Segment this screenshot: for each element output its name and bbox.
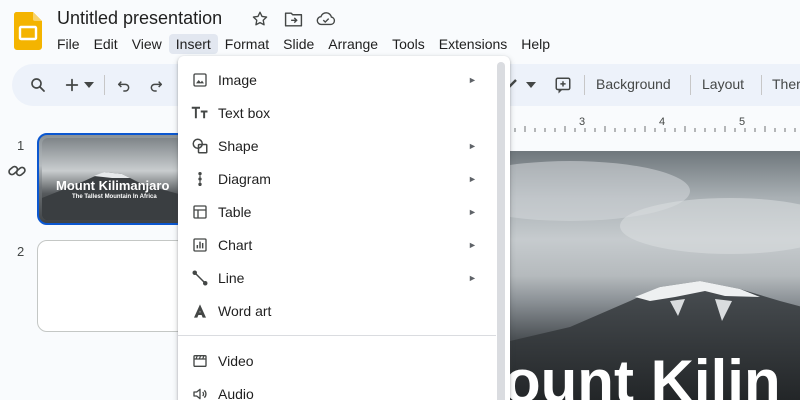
layout-button[interactable]: Layout bbox=[702, 76, 744, 92]
new-slide-dropdown-icon[interactable] bbox=[82, 73, 96, 97]
video-icon bbox=[190, 351, 210, 371]
menu-item-label: Shape bbox=[218, 137, 259, 154]
menu-item-label: Table bbox=[218, 203, 252, 220]
insert-line-item[interactable]: Line ► bbox=[178, 261, 496, 294]
chart-icon bbox=[190, 235, 210, 255]
insert-table-item[interactable]: Table ► bbox=[178, 195, 496, 228]
document-title[interactable]: Untitled presentation bbox=[57, 8, 222, 29]
menu-insert[interactable]: Insert bbox=[168, 34, 218, 54]
submenu-arrow-icon: ► bbox=[468, 272, 477, 283]
menu-item-label: Text box bbox=[218, 104, 271, 121]
submenu-arrow-icon: ► bbox=[468, 140, 477, 151]
menu-divider bbox=[178, 335, 496, 336]
insert-diagram-item[interactable]: Diagram ► bbox=[178, 162, 496, 195]
menu-item-label: Line bbox=[218, 269, 245, 286]
menu-item-label: Video bbox=[218, 352, 254, 369]
undo-icon[interactable] bbox=[112, 73, 136, 97]
menu-file[interactable]: File bbox=[50, 34, 87, 54]
diagram-icon bbox=[190, 169, 210, 189]
slide-canvas[interactable]: ount Kilin bbox=[510, 151, 800, 400]
link-icon bbox=[7, 161, 27, 181]
menu-arrange[interactable]: Arrange bbox=[321, 34, 385, 54]
image-icon bbox=[190, 70, 210, 90]
insert-audio-item[interactable]: Audio bbox=[178, 377, 496, 400]
submenu-arrow-icon: ► bbox=[468, 173, 477, 184]
add-comment-icon[interactable] bbox=[551, 73, 575, 97]
submenu-arrow-icon: ► bbox=[468, 206, 477, 217]
slides-logo-icon[interactable] bbox=[13, 12, 43, 50]
menu-scrollbar[interactable] bbox=[497, 62, 505, 400]
theme-button[interactable]: Ther bbox=[772, 76, 800, 92]
menu-view[interactable]: View bbox=[125, 34, 169, 54]
insert-word-art-item[interactable]: Word art bbox=[178, 294, 496, 327]
redo-icon[interactable] bbox=[144, 73, 168, 97]
insert-menu: Image ► Text box Shape ► Diagram ► Table… bbox=[178, 56, 510, 400]
audio-icon bbox=[190, 384, 210, 400]
slide-number-2: 2 bbox=[17, 244, 25, 259]
slide-number-1: 1 bbox=[17, 138, 25, 153]
text-box-icon bbox=[190, 103, 210, 123]
menu-tools[interactable]: Tools bbox=[385, 34, 432, 54]
menu-item-label: Image bbox=[218, 71, 257, 88]
new-slide-plus-icon[interactable] bbox=[60, 73, 84, 97]
slide-title-text[interactable]: ount Kilin bbox=[510, 347, 781, 400]
insert-image-item[interactable]: Image ► bbox=[178, 63, 496, 96]
line-icon bbox=[190, 268, 210, 288]
menu-item-label: Audio bbox=[218, 385, 254, 400]
thumbnail-subtitle: The Tallest Mountain In Africa bbox=[72, 194, 157, 200]
table-icon bbox=[190, 202, 210, 222]
slide-thumbnail-1[interactable]: Mount Kilimanjaro The Tallest Mountain I… bbox=[37, 133, 187, 225]
insert-video-item[interactable]: Video bbox=[178, 344, 496, 377]
insert-chart-item[interactable]: Chart ► bbox=[178, 228, 496, 261]
ruler-mark-4: 4 bbox=[659, 116, 666, 128]
line-dropdown-icon[interactable] bbox=[524, 73, 538, 97]
menu-slide[interactable]: Slide bbox=[276, 34, 321, 54]
horizontal-ruler[interactable]: 3 4 5 bbox=[505, 110, 800, 136]
thumbnail-title: Mount Kilimanjaro bbox=[56, 178, 170, 193]
insert-text-box-item[interactable]: Text box bbox=[178, 96, 496, 129]
menu-item-label: Diagram bbox=[218, 170, 271, 187]
insert-shape-item[interactable]: Shape ► bbox=[178, 129, 496, 162]
cloud-saved-icon[interactable] bbox=[316, 9, 336, 29]
ruler-mark-5: 5 bbox=[739, 116, 746, 128]
submenu-arrow-icon: ► bbox=[468, 239, 477, 250]
search-menus-icon[interactable] bbox=[26, 73, 50, 97]
shape-icon bbox=[190, 136, 210, 156]
submenu-arrow-icon: ► bbox=[468, 74, 477, 85]
menu-format[interactable]: Format bbox=[218, 34, 276, 54]
move-to-folder-icon[interactable] bbox=[283, 9, 303, 29]
menu-help[interactable]: Help bbox=[514, 34, 557, 54]
ruler-mark-3: 3 bbox=[579, 116, 586, 128]
background-button[interactable]: Background bbox=[596, 76, 671, 92]
word-art-icon bbox=[190, 301, 210, 321]
star-icon[interactable] bbox=[250, 9, 270, 29]
menu-edit[interactable]: Edit bbox=[87, 34, 125, 54]
slide-thumbnail-2[interactable] bbox=[37, 240, 187, 332]
menu-extensions[interactable]: Extensions bbox=[432, 34, 514, 54]
menu-bar: File Edit View Insert Format Slide Arran… bbox=[50, 33, 557, 55]
menu-item-label: Word art bbox=[218, 302, 272, 319]
menu-item-label: Chart bbox=[218, 236, 253, 253]
